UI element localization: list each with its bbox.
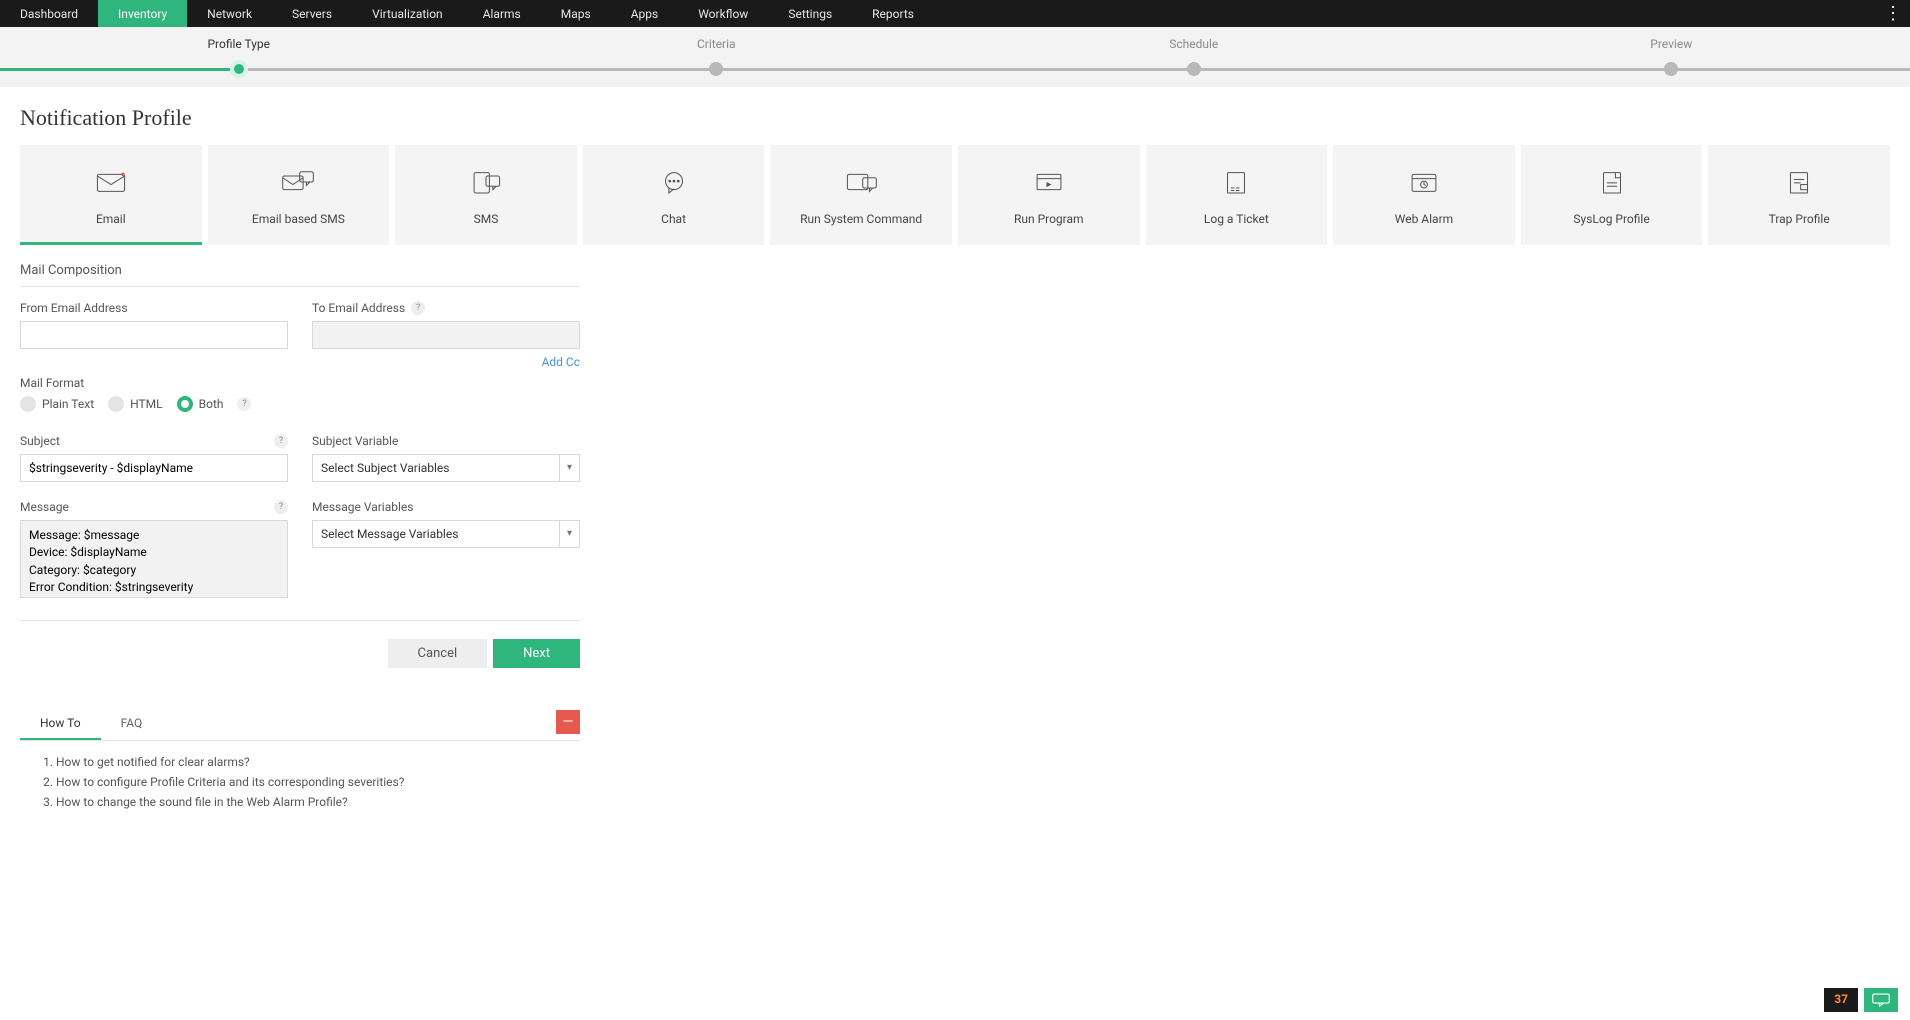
- sys-cmd-icon: [844, 162, 878, 202]
- divider: [20, 620, 580, 621]
- help-box: How To FAQ — How to get notified for cle…: [20, 708, 580, 829]
- stepper-progress: [0, 68, 239, 71]
- help-item[interactable]: How to configure Profile Criteria and it…: [56, 775, 560, 789]
- add-cc-link[interactable]: Add Cc: [542, 355, 580, 369]
- section-title: Mail Composition: [20, 263, 580, 287]
- message-variable-select[interactable]: Select Message Variables ▾: [312, 520, 580, 548]
- run-prog-icon: [1032, 162, 1066, 202]
- chat-widget-button[interactable]: [1864, 988, 1898, 1012]
- message-textarea[interactable]: [20, 520, 288, 598]
- step-label-profile-type[interactable]: Profile Type: [0, 37, 478, 51]
- subject-variable-label: Subject Variable: [312, 434, 580, 448]
- help-tab-faq[interactable]: FAQ: [101, 708, 163, 740]
- mail-composition-form: Mail Composition From Email Address To E…: [0, 245, 600, 847]
- help-close-button[interactable]: —: [556, 710, 580, 734]
- chat-icon: [657, 162, 691, 202]
- page-title: Notification Profile: [0, 87, 1910, 145]
- help-tab-howto[interactable]: How To: [20, 708, 101, 740]
- profile-type-run-system-command[interactable]: Run System Command: [770, 145, 952, 245]
- profile-type-web-alarm[interactable]: Web Alarm: [1333, 145, 1515, 245]
- syslog-icon: [1595, 162, 1629, 202]
- help-item[interactable]: How to change the sound file in the Web …: [56, 795, 560, 809]
- help-icon[interactable]: ?: [274, 500, 288, 514]
- nav-tab-settings[interactable]: Settings: [768, 0, 852, 27]
- email-sms-icon: [281, 162, 315, 202]
- nav-tab-apps[interactable]: Apps: [611, 0, 679, 27]
- sms-icon: [469, 162, 503, 202]
- subject-label: Subject: [20, 434, 60, 448]
- step-label-schedule[interactable]: Schedule: [955, 37, 1433, 51]
- email-icon: [94, 162, 128, 202]
- step-label-criteria[interactable]: Criteria: [478, 37, 956, 51]
- mail-format-label: Mail Format: [20, 376, 580, 390]
- profile-type-email[interactable]: Email: [20, 145, 202, 245]
- chevron-down-icon: ▾: [559, 521, 579, 547]
- subject-input[interactable]: [20, 454, 288, 482]
- mail-format-radios: Plain Text HTML Both ?: [20, 396, 580, 412]
- step-dot[interactable]: [1664, 62, 1678, 76]
- help-item[interactable]: How to get notified for clear alarms?: [56, 755, 560, 769]
- footer-widgets: 37: [1824, 988, 1898, 1012]
- top-nav: DashboardInventoryNetworkServersVirtuali…: [0, 0, 1910, 27]
- radio-both[interactable]: Both: [177, 396, 224, 412]
- nav-more-icon[interactable]: ⋮: [1884, 0, 1902, 27]
- web-alarm-icon: [1407, 162, 1441, 202]
- from-email-label: From Email Address: [20, 301, 288, 315]
- next-button[interactable]: Next: [493, 639, 580, 668]
- to-email-input[interactable]: [312, 321, 580, 349]
- message-label: Message: [20, 500, 69, 514]
- subject-variable-select[interactable]: Select Subject Variables ▾: [312, 454, 580, 482]
- profile-type-sms[interactable]: SMS: [395, 145, 577, 245]
- chevron-down-icon: ▾: [559, 455, 579, 481]
- profile-type-log-a-ticket[interactable]: Log a Ticket: [1146, 145, 1328, 245]
- alert-count-badge[interactable]: 37: [1824, 988, 1858, 1012]
- help-icon[interactable]: ?: [411, 301, 425, 315]
- cancel-button[interactable]: Cancel: [388, 639, 488, 668]
- nav-tab-workflow[interactable]: Workflow: [678, 0, 768, 27]
- stepper-track: [0, 68, 1910, 71]
- help-icon[interactable]: ?: [274, 434, 288, 448]
- radio-plain-text[interactable]: Plain Text: [20, 396, 94, 412]
- from-email-input[interactable]: [20, 321, 288, 349]
- profile-type-chat[interactable]: Chat: [583, 145, 765, 245]
- profile-type-trap-profile[interactable]: Trap Profile: [1708, 145, 1890, 245]
- profile-type-run-program[interactable]: Run Program: [958, 145, 1140, 245]
- profile-type-cards: EmailEmail based SMSSMSChatRun System Co…: [0, 145, 1910, 245]
- step-dot[interactable]: [230, 60, 248, 78]
- radio-html[interactable]: HTML: [108, 396, 163, 412]
- profile-type-syslog-profile[interactable]: SysLog Profile: [1521, 145, 1703, 245]
- nav-tab-alarms[interactable]: Alarms: [463, 0, 541, 27]
- nav-tab-servers[interactable]: Servers: [272, 0, 352, 27]
- nav-tab-reports[interactable]: Reports: [852, 0, 934, 27]
- nav-tab-inventory[interactable]: Inventory: [98, 0, 187, 27]
- step-label-preview[interactable]: Preview: [1433, 37, 1910, 51]
- nav-tab-virtualization[interactable]: Virtualization: [352, 0, 463, 27]
- nav-tab-maps[interactable]: Maps: [541, 0, 611, 27]
- trap-icon: [1782, 162, 1816, 202]
- message-variables-label: Message Variables: [312, 500, 580, 514]
- step-dot[interactable]: [1187, 62, 1201, 76]
- stepper: Profile TypeCriteriaSchedulePreview: [0, 27, 1910, 87]
- step-dot[interactable]: [709, 62, 723, 76]
- help-icon[interactable]: ?: [237, 397, 251, 411]
- profile-type-email-based-sms[interactable]: Email based SMS: [208, 145, 390, 245]
- to-email-label: To Email Address ?: [312, 301, 580, 315]
- ticket-icon: [1219, 162, 1253, 202]
- nav-tab-network[interactable]: Network: [187, 0, 272, 27]
- nav-tab-dashboard[interactable]: Dashboard: [0, 0, 98, 27]
